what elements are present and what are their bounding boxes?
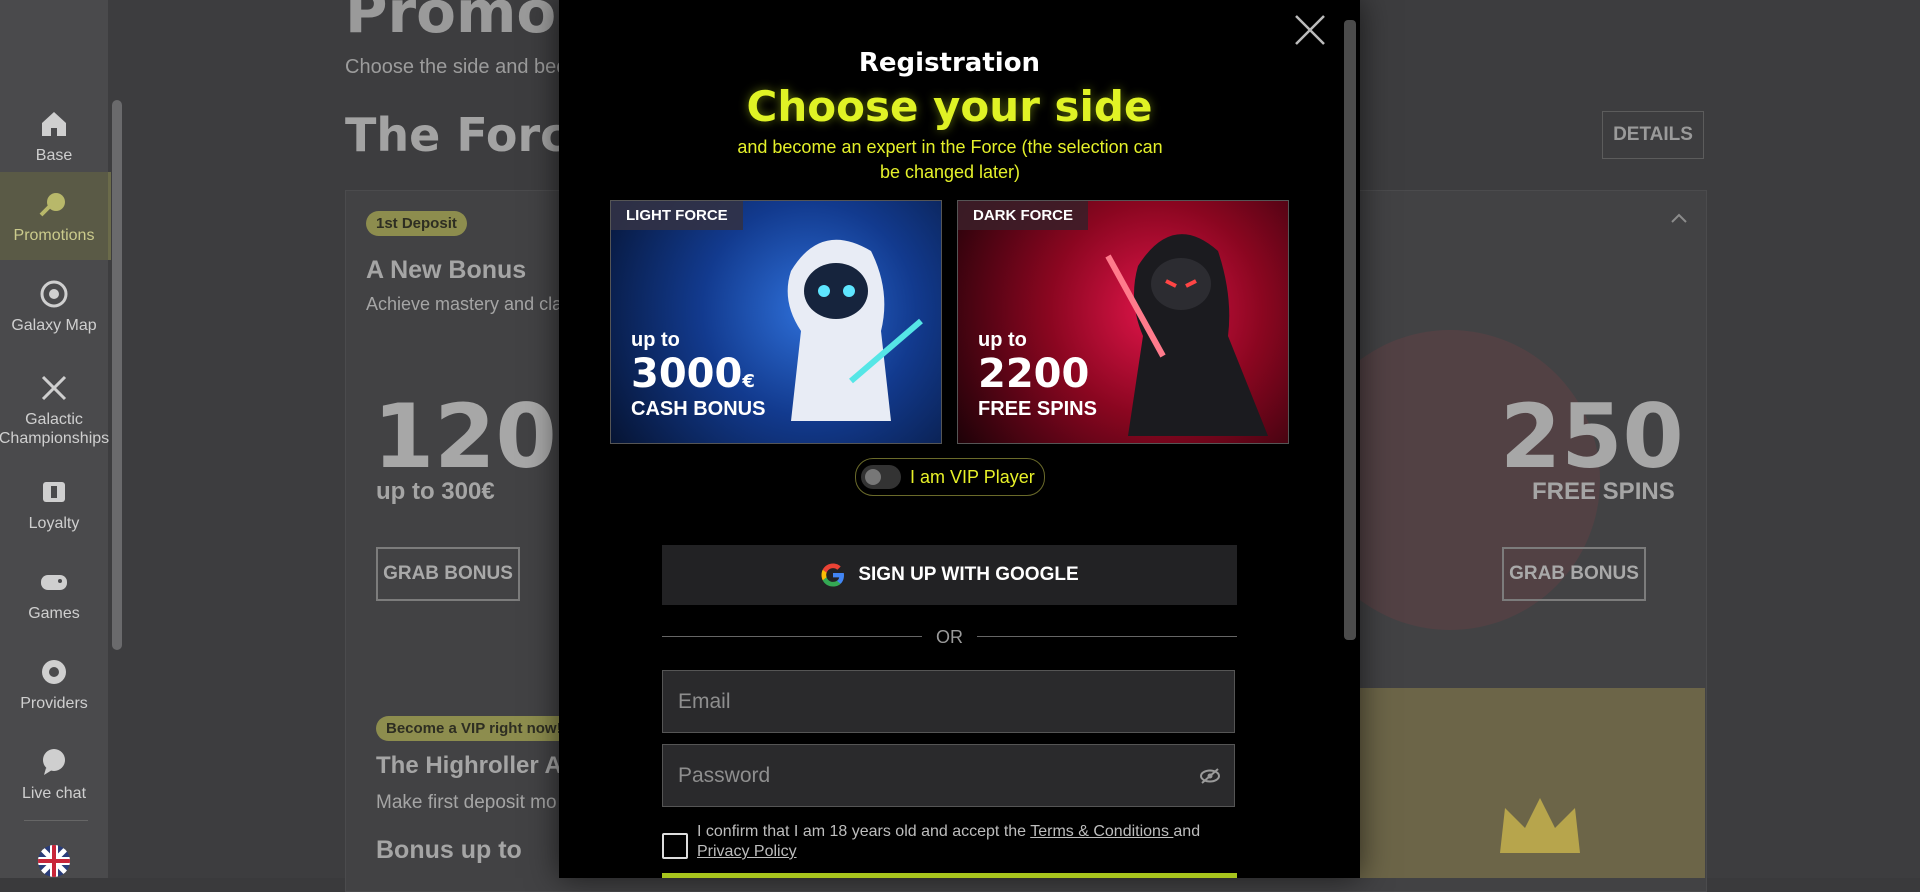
email-field[interactable] [662,670,1235,733]
sidebar-item-galaxy-map[interactable]: Galaxy Map [0,262,108,350]
google-signup-button[interactable]: SIGN UP WITH GOOGLE [662,545,1237,605]
privacy-link[interactable]: Privacy Policy [697,843,797,860]
sidebar-item-label: Games [28,604,80,622]
crown-image [1360,688,1705,878]
chat-icon [43,748,65,775]
age-confirm-checkbox[interactable] [662,833,688,859]
details-button[interactable]: DETAILS [1602,111,1704,159]
card-upto: up to [631,329,680,351]
submit-button-edge[interactable] [662,873,1237,878]
galaxy-map-icon [40,280,68,307]
card-kind: CASH BONUS [631,398,766,420]
sidebar: Base Promotions Galaxy Map Galactic Cham… [0,0,111,878]
bonus-up-to-label: Bonus up to [376,836,522,864]
sidebar-item-label: Promotions [13,226,95,244]
vip-badge: Become a VIP right now! [376,716,572,741]
dark-hero-illustration [1105,234,1268,436]
crown-icon [1500,798,1580,853]
highroller-title: The Highroller A [376,752,562,779]
highroller-description: Make first deposit mo [376,792,557,813]
google-icon [821,563,845,587]
vip-switch-knob [865,469,881,485]
dark-force-card[interactable]: DARK FORCE up to 2200 FREE SPINS [957,200,1289,444]
eye-slash-icon[interactable] [1199,767,1221,785]
sidebar-item-label: Providers [20,694,88,712]
sidebar-item-providers[interactable]: Providers [0,640,108,728]
light-force-card[interactable]: LIGHT FORCE up to 3000€ CASH BONUS [610,200,942,444]
grab-bonus-button-left[interactable]: GRAB BONUS [376,547,520,601]
modal-subline: and become an expert in the Force (the s… [737,137,1163,182]
sidebar-scrollbar[interactable] [112,100,122,650]
card-amount: 3000€ [631,351,755,397]
sidebar-item-label: Loyalty [28,514,80,532]
swords-icon [41,375,67,401]
uk-flag-icon[interactable] [38,845,70,877]
card-upto: up to [978,329,1027,351]
chevron-up-icon[interactable] [1670,212,1688,224]
right-bonus-sub: FREE SPINS [1532,478,1675,505]
page-subtitle: Choose the side and beco [345,56,578,78]
deposit-badge: 1st Deposit [366,211,467,236]
home-icon [42,111,66,136]
or-divider: OR [662,627,1237,647]
providers-icon [42,659,66,684]
bonus-description: Achieve mastery and clai [366,294,567,314]
sidebar-item-label: Live chat [21,784,87,802]
modal-title: Registration [858,48,1041,78]
password-field[interactable] [662,744,1235,807]
confirm-prefix: I confirm that I am 18 years old and acc… [697,823,1031,840]
bonus-title: A New Bonus [366,256,527,284]
sidebar-item-galactic-championships[interactable]: Galactic Championships [0,360,110,460]
sidebar-divider [24,820,88,821]
sidebar-item-base[interactable]: Base [0,92,108,180]
right-bonus-number: 250 [1500,385,1684,488]
vip-switch[interactable] [861,465,901,489]
card-tag: LIGHT FORCE [611,201,743,230]
left-bonus-sub: up to 300€ [376,478,495,505]
close-icon[interactable] [1293,13,1327,47]
vip-label: I am VIP Player [910,467,1035,487]
card-kind: FREE SPINS [978,398,1097,420]
divider-line [977,636,1237,637]
gamepad-icon [41,574,67,590]
sidebar-item-label: Base [35,146,73,164]
sidebar-item-label: Galactic Championships [0,411,110,447]
sidebar-item-live-chat[interactable]: Live chat [0,730,108,818]
card-amount: 2200 [978,351,1090,397]
promotions-icon [39,192,65,216]
or-label: OR [936,627,963,647]
modal-headline: Choose your side [746,82,1153,131]
terms-link[interactable]: Terms & Conditions [1030,823,1173,840]
confirm-and: and [1173,823,1201,840]
modal-scrollbar[interactable] [1344,20,1356,640]
vip-toggle[interactable]: I am VIP Player [855,458,1045,496]
age-confirm-text: I confirm that I am 18 years old and acc… [697,822,1237,862]
sidebar-item-loyalty[interactable]: Loyalty [0,460,108,548]
sidebar-item-label: Galaxy Map [11,316,97,334]
google-button-label: SIGN UP WITH GOOGLE [858,564,1079,585]
card-tag: DARK FORCE [958,201,1088,230]
sidebar-item-promotions[interactable]: Promotions [0,172,111,260]
sidebar-item-games[interactable]: Games [0,550,108,638]
loyalty-icon [43,481,65,502]
grab-bonus-button-right[interactable]: GRAB BONUS [1502,547,1646,601]
page-title: Promo [345,0,557,46]
